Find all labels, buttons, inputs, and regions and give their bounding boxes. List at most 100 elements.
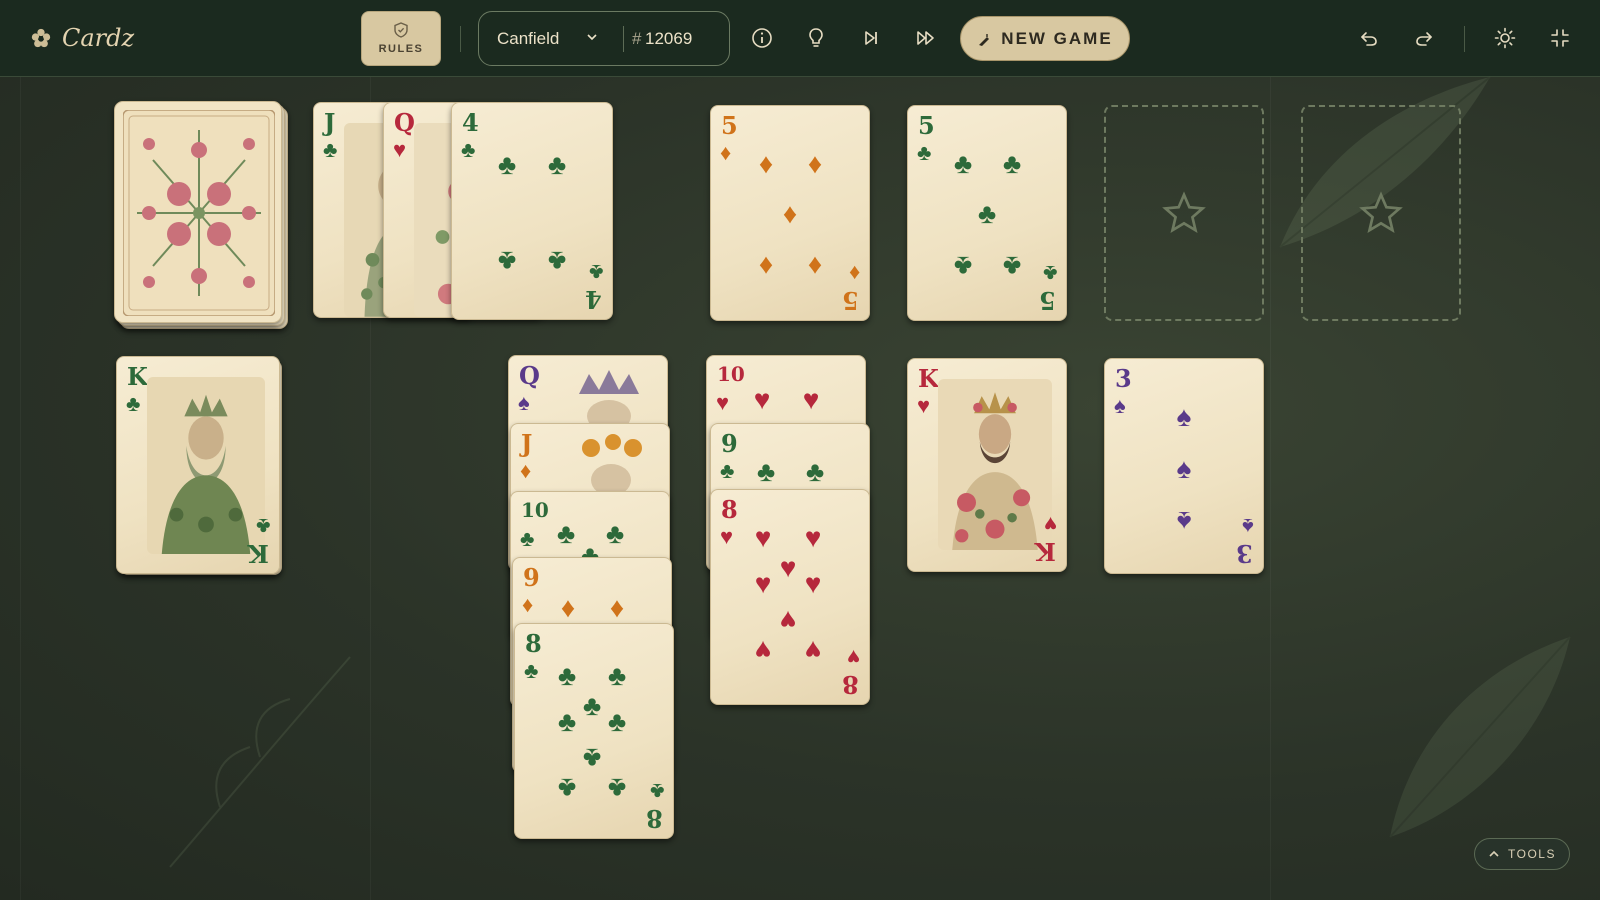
tableau-top-card[interactable]: 8 ♣ ♣ ♣ ♣ ♣ ♣ ♣ ♣ ♣ ♣ 8: [514, 623, 674, 839]
card-pip: ♣: [547, 149, 567, 180]
card-rank: 4: [585, 285, 602, 314]
card-pip: ♠: [1176, 506, 1192, 537]
rules-button[interactable]: RULES: [361, 11, 441, 66]
card-rank: Q: [519, 361, 540, 390]
card-suit: ♣: [126, 391, 141, 416]
card-pip: ♦: [560, 592, 576, 623]
leaf-decoration-icon: [169, 656, 351, 868]
redo-icon: [1416, 32, 1432, 46]
hint-button[interactable]: [804, 26, 828, 50]
card-pip: ♣: [557, 706, 577, 737]
foundation-3-empty[interactable]: [1104, 105, 1264, 321]
card-pip: ♥: [754, 522, 772, 553]
card-suit: ♣: [588, 260, 603, 285]
info-icon: [752, 28, 772, 48]
card-pip: ♣: [582, 743, 602, 774]
tools-button[interactable]: TOOLS: [1474, 838, 1570, 870]
tools-label: TOOLS: [1508, 847, 1556, 861]
card-rank: 9: [523, 563, 540, 592]
star-icon: [1359, 191, 1403, 234]
card-suit: ♥: [716, 390, 730, 415]
card-pip: ♥: [779, 605, 797, 636]
undo-button[interactable]: [1357, 26, 1381, 50]
card-suit: ♦: [720, 140, 732, 165]
collapse-button[interactable]: [1548, 26, 1572, 50]
card-rank: 4: [462, 108, 479, 137]
toolbar-divider: [1464, 26, 1465, 52]
autoplay-button[interactable]: [914, 26, 938, 50]
skip-next-icon: [865, 31, 877, 45]
flower-icon: [31, 28, 51, 48]
waste-pile[interactable]: J ♣ Q ♥ 4 ♣ ♣ ♣ ♣ ♣ ♣ 4: [313, 102, 613, 324]
card-suit: ♣: [255, 514, 270, 539]
card-suit: ♠: [518, 390, 530, 415]
card-pip: ♣: [805, 456, 825, 487]
card-rank: 10: [717, 362, 745, 386]
king-portrait-icon: [147, 377, 265, 554]
card-pip: ♣: [497, 149, 517, 180]
table-guide-line: [20, 77, 21, 900]
theme-button[interactable]: [1493, 26, 1517, 50]
foundation-1[interactable]: 5 ♦ ♦ ♦ ♦ ♦ ♦ ♦ 5: [710, 105, 870, 321]
stock-pile[interactable]: [114, 101, 290, 331]
game-select-divider: [623, 26, 624, 52]
card-rank: 3: [1115, 364, 1132, 393]
card-suit: ♦: [848, 261, 860, 286]
info-button[interactable]: [750, 26, 774, 50]
jack-flowers-icon: [582, 434, 642, 492]
game-table: J ♣ Q ♥ 4 ♣ ♣ ♣ ♣ ♣ ♣ 4 5 ♦ ♦ ♦ ♦ ♦ ♦ ♦ …: [0, 76, 1600, 900]
card-pip: ♣: [547, 246, 567, 277]
top-toolbar: Cardz RULES Canfield # 12069 NEW GAME: [0, 0, 1600, 77]
app-logo[interactable]: Cardz: [30, 24, 134, 52]
card-suit: ♥: [1043, 512, 1057, 537]
tableau-column-2[interactable]: 10 ♥ ♥ ♥ 9 ♣ ♣ ♣ 8 ♥ ♥ ♥ ♥ ♥ ♥ ♥ ♥ ♥ ♥ 8: [706, 355, 876, 705]
reserve-pile[interactable]: K ♣ ♣ K: [116, 356, 286, 578]
card-suit: ♣: [917, 140, 932, 165]
new-game-label: NEW GAME: [1001, 28, 1113, 48]
redo-button[interactable]: [1412, 26, 1436, 50]
card-rank: 5: [1039, 286, 1056, 315]
card-rank: 8: [646, 804, 663, 833]
foundation-2[interactable]: 5 ♣ ♣ ♣ ♣ ♣ ♣ ♣ 5: [907, 105, 1067, 321]
lightbulb-icon: [809, 28, 823, 47]
game-select[interactable]: Canfield # 12069: [478, 11, 730, 66]
stock-card-back[interactable]: [114, 101, 282, 323]
tableau-column-1[interactable]: Q ♠ J ♦ 10 ♣ ♣ ♣ ♣ 9 ♦ ♦ ♦ 8 ♣ ♣ ♣ ♣ ♣ ♣…: [508, 355, 678, 839]
card-pip: ♥: [804, 635, 822, 666]
card-pip: ♠: [1176, 453, 1192, 484]
card-rank: 8: [721, 495, 738, 524]
reserve-top-card[interactable]: K ♣ ♣ K: [116, 356, 280, 574]
card-rank: Q: [394, 108, 415, 137]
card-pip: ♥: [754, 635, 772, 666]
chevron-down-icon: [587, 34, 597, 41]
game-number[interactable]: 12069: [645, 29, 692, 49]
new-game-button[interactable]: NEW GAME: [960, 16, 1130, 61]
tableau-column-4-card[interactable]: 3 ♠ ♠ ♠ ♠ ♠ 3: [1104, 358, 1264, 574]
game-type: Canfield: [497, 28, 560, 48]
sun-icon: [1494, 27, 1516, 49]
step-forward-button[interactable]: [859, 26, 883, 50]
star-icon: [1162, 191, 1206, 234]
game-hash: #: [632, 28, 642, 48]
card-pip: ♦: [758, 148, 774, 179]
card-pip: ♥: [754, 568, 772, 599]
card-rank: K: [127, 362, 148, 391]
shield-icon: [394, 22, 408, 38]
card-pip: ♣: [756, 456, 776, 487]
card-suit: ♥: [393, 137, 407, 162]
undo-icon: [1361, 32, 1377, 46]
card-rank: 3: [1236, 539, 1253, 568]
foundation-4-empty[interactable]: [1301, 105, 1461, 321]
card-suit: ♣: [1042, 261, 1057, 286]
tableau-top-card[interactable]: 8 ♥ ♥ ♥ ♥ ♥ ♥ ♥ ♥ ♥ ♥ 8: [710, 489, 870, 705]
card-pip: ♦: [807, 251, 823, 282]
fast-forward-icon: [917, 31, 934, 45]
chevron-up-icon: [1489, 850, 1499, 857]
card-pip: ♣: [977, 198, 997, 229]
card-pip: ♦: [609, 592, 625, 623]
waste-top-card[interactable]: 4 ♣ ♣ ♣ ♣ ♣ ♣ 4: [451, 102, 613, 320]
card-pip: ♣: [557, 773, 577, 804]
tableau-column-3-card[interactable]: K ♥ ♥ K: [907, 358, 1067, 572]
card-pip: ♣: [582, 690, 602, 721]
card-pip: ♣: [953, 251, 973, 282]
